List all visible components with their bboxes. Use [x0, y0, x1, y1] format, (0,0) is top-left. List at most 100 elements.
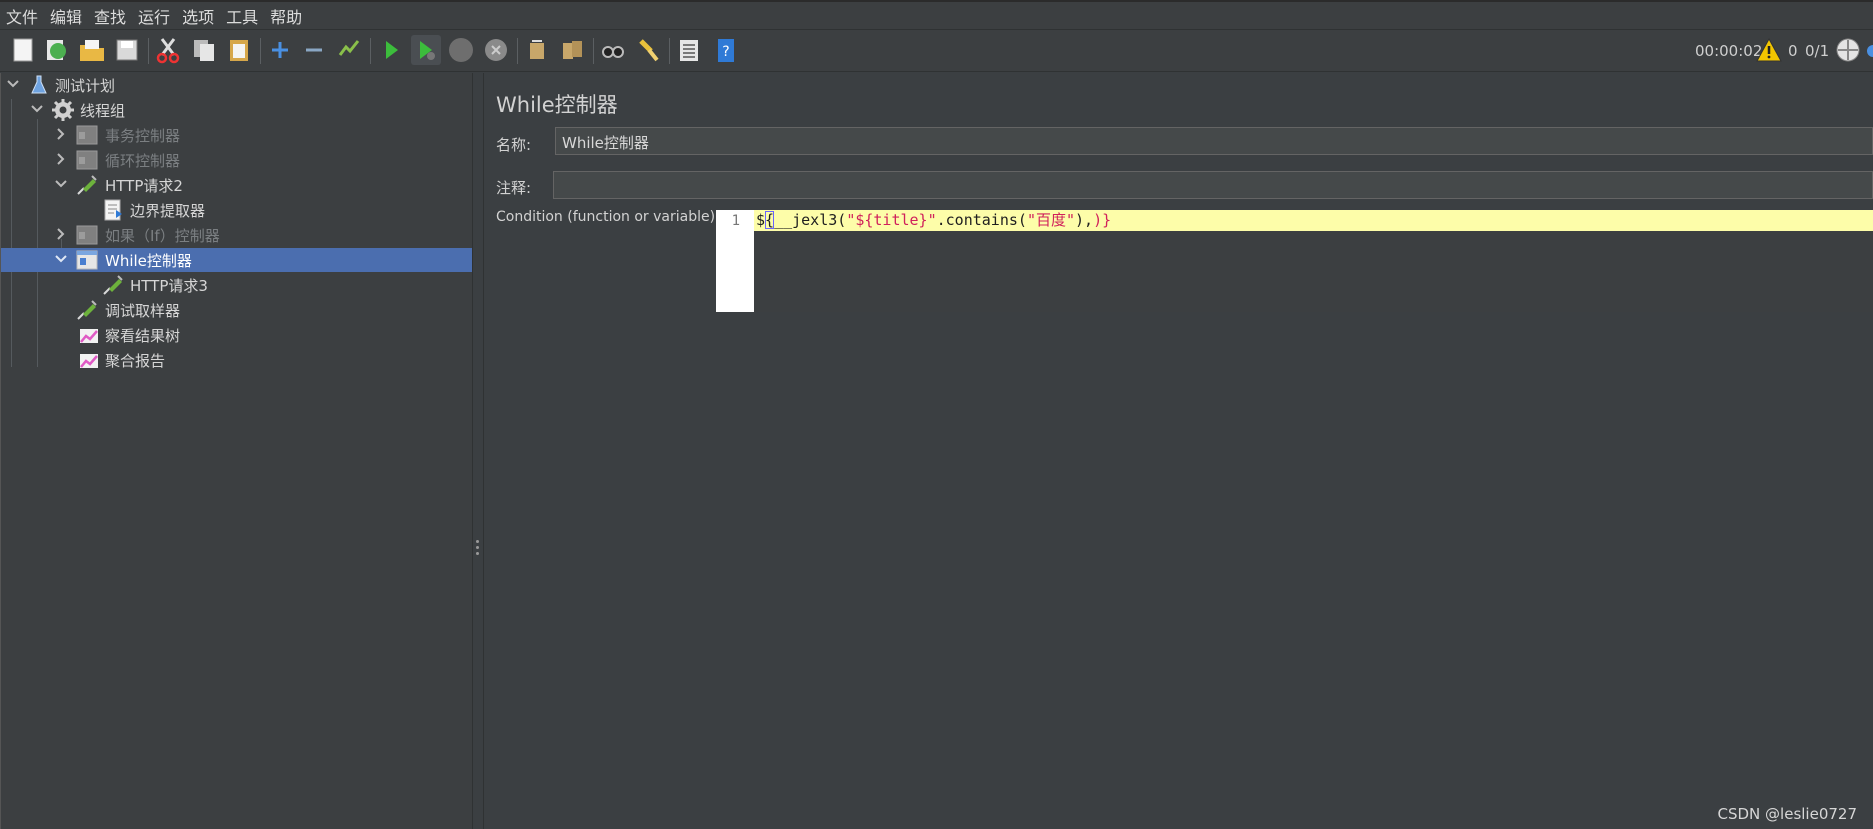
menu-search[interactable]: 查找	[88, 4, 132, 28]
test-plan-icon	[31, 75, 47, 94]
while-controller-icon	[76, 250, 98, 270]
remove-icon[interactable]	[299, 35, 329, 65]
tree-node-debug-sampler[interactable]: 调试取样器	[1, 298, 473, 322]
chevron-right-icon[interactable]	[53, 126, 69, 142]
sampler-icon	[77, 175, 97, 195]
warning-icon[interactable]	[1755, 36, 1783, 64]
panel-title: While控制器	[496, 93, 618, 117]
condition-label: Condition (function or variable)	[496, 209, 716, 225]
start-icon[interactable]	[376, 35, 406, 65]
code-token: $	[756, 211, 766, 229]
menu-help[interactable]: 帮助	[264, 4, 308, 28]
code-token: )}	[1093, 211, 1112, 229]
tree-node-label: 循环控制器	[105, 152, 181, 170]
comment-label: 注释:	[496, 179, 532, 197]
tree-node-label: 边界提取器	[130, 202, 206, 220]
toolbar: ? 00:00:02 0 0/1	[0, 30, 1873, 72]
warning-count: 0	[1788, 42, 1798, 60]
tree-node-boundary-extractor[interactable]: 边界提取器	[1, 198, 473, 222]
paste-icon[interactable]	[224, 35, 254, 65]
shutdown-icon[interactable]	[481, 35, 511, 65]
chevron-down-icon[interactable]	[5, 76, 21, 92]
code-token: {	[765, 211, 775, 229]
tree-node-thread-group[interactable]: 线程组	[1, 98, 473, 122]
controller-icon	[76, 225, 98, 245]
code-token: ),	[1075, 211, 1094, 229]
sampler-icon	[77, 300, 97, 320]
reset-search-icon[interactable]	[633, 35, 663, 65]
tree-node-label: 调试取样器	[105, 302, 181, 320]
menu-tools[interactable]: 工具	[220, 4, 264, 28]
code-token: __jexl3(	[774, 211, 847, 229]
listener-icon	[80, 354, 98, 368]
svg-text:?: ?	[722, 44, 729, 60]
chevron-right-icon[interactable]	[53, 151, 69, 167]
tree-node-if-controller[interactable]: 如果（If）控制器	[1, 223, 473, 247]
tree-node-test-plan[interactable]: 测试计划	[1, 73, 473, 97]
comment-field[interactable]	[553, 171, 1873, 199]
line-number: 1	[731, 213, 740, 229]
tree-node-label: 线程组	[80, 102, 126, 120]
tree-node-while-controller[interactable]: While控制器	[1, 248, 473, 272]
controller-icon	[76, 125, 98, 145]
test-plan-tree: 测试计划 线程组 事务控制器 循环控制器 HTTP请求2 边界提取器 如果（If…	[0, 73, 473, 829]
chevron-down-icon[interactable]	[53, 251, 69, 267]
tree-node-label: HTTP请求3	[130, 277, 208, 295]
while-controller-panel: While控制器 名称: While控制器 注释: Condition (fun…	[484, 73, 1873, 829]
remote-status-icon	[1836, 38, 1860, 62]
thread-group-icon	[52, 99, 74, 121]
tree-node-aggregate-report[interactable]: 聚合报告	[1, 348, 473, 372]
chevron-down-icon[interactable]	[53, 176, 69, 192]
tree-node-loop-controller[interactable]: 循环控制器	[1, 148, 473, 172]
line-number-gutter: 1	[716, 210, 754, 312]
tree-node-label: 聚合报告	[105, 352, 166, 370]
copy-icon[interactable]	[189, 35, 219, 65]
tree-node-label: HTTP请求2	[105, 177, 183, 195]
condition-editor[interactable]: 1 ${__jexl3("${title}".contains("百度"),)}	[716, 210, 1873, 312]
name-field[interactable]: While控制器	[555, 127, 1873, 155]
add-icon[interactable]	[265, 35, 295, 65]
active-threads: 0/1	[1805, 42, 1830, 60]
controller-icon	[76, 150, 98, 170]
menu-options[interactable]: 选项	[176, 4, 220, 28]
search-icon[interactable]	[598, 35, 628, 65]
code-token: "${title}"	[846, 211, 937, 229]
name-label: 名称:	[496, 136, 532, 154]
tree-node-view-results-tree[interactable]: 察看结果树	[1, 323, 473, 347]
pane-splitter[interactable]	[472, 73, 484, 829]
menu-run[interactable]: 运行	[132, 4, 176, 28]
tree-node-http-request-3[interactable]: HTTP请求3	[1, 273, 473, 297]
toggle-icon[interactable]	[334, 35, 364, 65]
code-token: .contains(	[936, 211, 1027, 229]
menu-edit[interactable]: 编辑	[44, 4, 88, 28]
chevron-down-icon[interactable]	[29, 101, 45, 117]
tree-node-label: 如果（If）控制器	[105, 227, 220, 245]
extractor-icon	[104, 199, 122, 221]
new-icon[interactable]	[8, 35, 38, 65]
help-icon[interactable]: ?	[711, 35, 741, 65]
tree-node-label: 察看结果树	[105, 327, 181, 345]
code-token: "百度"	[1026, 211, 1075, 229]
cut-icon[interactable]	[153, 35, 183, 65]
sampler-icon	[103, 275, 123, 295]
condition-code-line[interactable]: ${__jexl3("${title}".contains("百度"),)}	[754, 210, 1873, 231]
listener-icon	[80, 329, 98, 343]
clear-all-icon[interactable]	[557, 35, 587, 65]
menu-file[interactable]: 文件	[0, 4, 44, 28]
tree-node-transaction-controller[interactable]: 事务控制器	[1, 123, 473, 147]
watermark: CSDN @leslie0727	[1717, 805, 1857, 823]
tree-node-http-request-2[interactable]: HTTP请求2	[1, 173, 473, 197]
templates-icon[interactable]	[41, 35, 71, 65]
chevron-right-icon[interactable]	[53, 226, 69, 242]
stop-icon[interactable]	[446, 35, 476, 65]
tree-node-label: While控制器	[105, 252, 192, 270]
clear-icon[interactable]	[522, 35, 552, 65]
function-helper-icon[interactable]	[674, 35, 704, 65]
open-icon[interactable]	[77, 35, 107, 65]
menu-bar: 文件 编辑 查找 运行 选项 工具 帮助	[0, 0, 1873, 30]
elapsed-timer: 00:00:02	[1695, 42, 1763, 60]
partial-icon	[1867, 45, 1873, 57]
tree-node-label: 事务控制器	[105, 127, 181, 145]
start-no-pause-icon[interactable]	[411, 35, 441, 65]
save-icon[interactable]	[112, 35, 142, 65]
